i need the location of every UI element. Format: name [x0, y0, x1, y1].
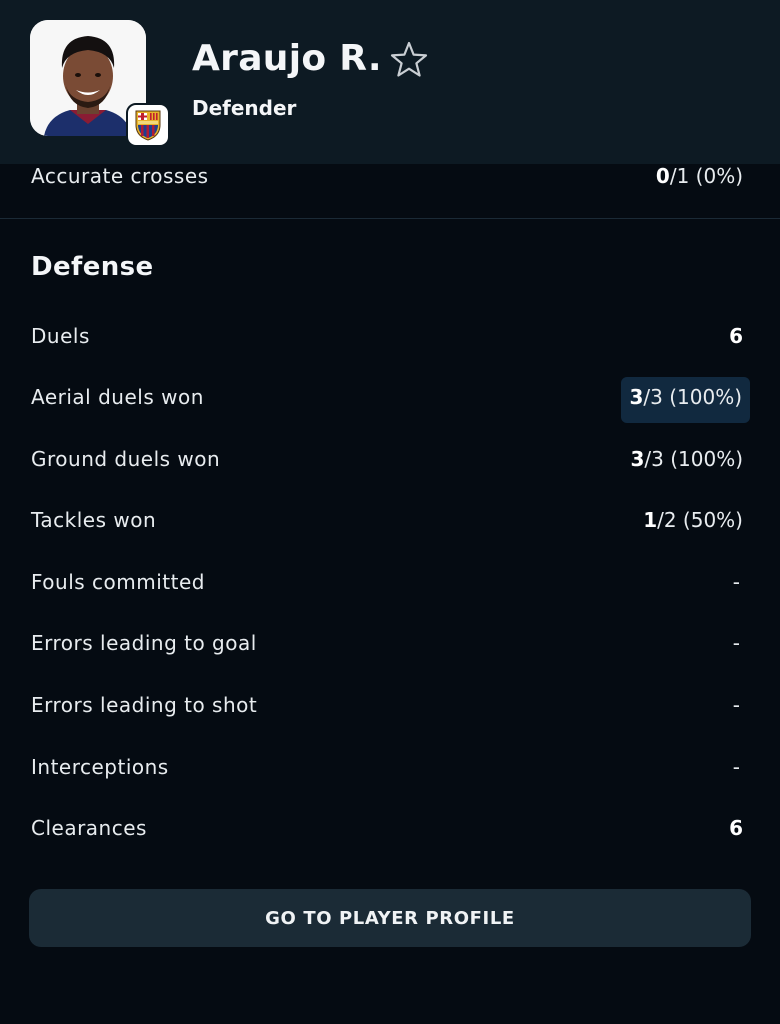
- stat-label: Duels: [31, 324, 90, 348]
- section-title: Defense: [31, 252, 154, 282]
- stat-label: Ground duels won: [31, 447, 221, 471]
- stat-value: -: [732, 570, 740, 594]
- stat-row: Ground duels won 3/3 (100%): [0, 439, 780, 479]
- stat-label: Errors leading to goal: [31, 631, 257, 655]
- club-badge[interactable]: [126, 103, 170, 147]
- stat-row: Interceptions -: [0, 747, 780, 787]
- stat-label: Accurate crosses: [31, 164, 209, 188]
- stat-label: Fouls committed: [31, 570, 205, 594]
- stat-value: -: [732, 693, 740, 717]
- stat-value-highlighted: 3/3 (100%): [621, 377, 750, 423]
- stat-row: Aerial duels won 3/3 (100%): [0, 377, 780, 423]
- section-divider: [0, 218, 780, 219]
- stat-label: Tackles won: [31, 508, 157, 532]
- stat-row: Errors leading to shot -: [0, 685, 780, 725]
- player-header: Araujo R. Defender: [0, 0, 780, 164]
- stat-label: Errors leading to shot: [31, 693, 258, 717]
- stat-row: Fouls committed -: [0, 562, 780, 602]
- stat-value: 6: [729, 324, 743, 348]
- stat-row: Clearances 6: [0, 808, 780, 848]
- stat-value: 6: [729, 816, 743, 840]
- stat-row: Errors leading to goal -: [0, 623, 780, 663]
- stat-value: 0/1 (0%): [655, 164, 743, 188]
- go-to-player-profile-button[interactable]: GO TO PLAYER PROFILE: [29, 889, 751, 947]
- stat-label: Interceptions: [31, 755, 169, 779]
- stat-value: 3/3 (100%): [630, 447, 743, 471]
- fc-barcelona-crest-icon: [135, 110, 161, 141]
- stat-label: Clearances: [31, 816, 147, 840]
- stat-row: Duels 6: [0, 316, 780, 356]
- stat-row: Tackles won 1/2 (50%): [0, 500, 780, 540]
- player-name: Araujo R.: [192, 38, 382, 79]
- stat-value: -: [732, 755, 740, 779]
- favorite-star-icon[interactable]: [389, 40, 429, 80]
- stat-value: 1/2 (50%): [643, 508, 743, 532]
- stat-label: Aerial duels won: [31, 385, 204, 409]
- player-stats-sheet: Accurate crosses 0/1 (0%) Araujo R. Defe…: [0, 0, 780, 1024]
- stat-value: -: [732, 631, 740, 655]
- player-position: Defender: [192, 96, 297, 120]
